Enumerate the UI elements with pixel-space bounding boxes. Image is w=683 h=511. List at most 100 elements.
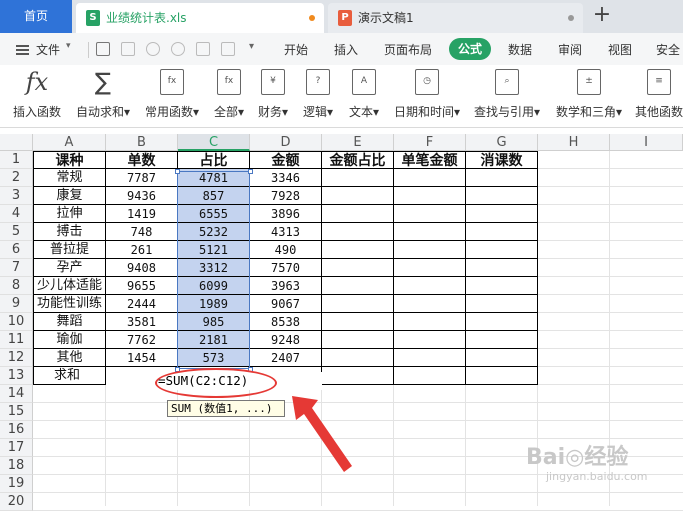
- select-all-corner[interactable]: [0, 134, 33, 151]
- row-header-15[interactable]: 15: [0, 403, 33, 421]
- table-cell[interactable]: [394, 349, 466, 367]
- menu-tab-page-layout[interactable]: 页面布局: [384, 41, 432, 58]
- format-painter-icon[interactable]: [221, 42, 235, 56]
- menu-tab-review[interactable]: 审阅: [558, 41, 582, 58]
- table-cell[interactable]: 瑜伽: [33, 331, 106, 349]
- print-preview-icon[interactable]: [196, 42, 210, 56]
- redo-icon[interactable]: [171, 42, 185, 56]
- tab-home[interactable]: 首页: [0, 0, 72, 33]
- table-cell[interactable]: 功能性训练: [33, 295, 106, 313]
- table-cell[interactable]: 9067: [250, 295, 322, 313]
- sum-label-cell[interactable]: 求和: [33, 367, 106, 385]
- row-header-20[interactable]: 20: [0, 493, 33, 511]
- table-cell[interactable]: [322, 187, 394, 205]
- table-cell[interactable]: [394, 331, 466, 349]
- column-header-c[interactable]: C: [178, 134, 250, 151]
- table-cell[interactable]: [322, 349, 394, 367]
- table-cell[interactable]: 8538: [250, 313, 322, 331]
- table-cell[interactable]: [322, 205, 394, 223]
- selection-handle[interactable]: [175, 169, 180, 174]
- table-cell[interactable]: 9408: [106, 259, 178, 277]
- menu-tab-insert[interactable]: 插入: [334, 41, 358, 58]
- table-cell[interactable]: [394, 277, 466, 295]
- table-cell[interactable]: 3581: [106, 313, 178, 331]
- table-cell[interactable]: 2444: [106, 295, 178, 313]
- table-cell[interactable]: 7787: [106, 169, 178, 187]
- new-tab-button[interactable]: +: [592, 4, 612, 28]
- table-cell[interactable]: 7570: [250, 259, 322, 277]
- row-header-13[interactable]: 13: [0, 367, 33, 385]
- table-cell[interactable]: 3963: [250, 277, 322, 295]
- common-functions-button[interactable]: fx 常用函数▾: [140, 69, 204, 125]
- customize-toolbar-chevron-icon[interactable]: ▾: [249, 41, 254, 52]
- lookup-functions-button[interactable]: ⌕ 查找与引用▾: [470, 69, 544, 125]
- cell-header-d1[interactable]: 金额: [250, 151, 322, 169]
- table-cell[interactable]: 普拉提: [33, 241, 106, 259]
- row-header-1[interactable]: 1: [0, 151, 33, 169]
- finance-functions-button[interactable]: ¥ 财务▾: [253, 69, 293, 125]
- table-cell[interactable]: [394, 367, 466, 385]
- save-icon[interactable]: [96, 42, 110, 56]
- menu-tab-start[interactable]: 开始: [284, 41, 308, 58]
- row-header-5[interactable]: 5: [0, 223, 33, 241]
- table-cell[interactable]: 261: [106, 241, 178, 259]
- text-functions-button[interactable]: A 文本▾: [344, 69, 384, 125]
- hamburger-menu-icon[interactable]: [16, 45, 29, 55]
- date-time-functions-button[interactable]: ◷ 日期和时间▾: [390, 69, 464, 125]
- column-header-f[interactable]: F: [394, 134, 466, 151]
- row-header-3[interactable]: 3: [0, 187, 33, 205]
- table-cell[interactable]: [466, 313, 538, 331]
- table-cell[interactable]: 9436: [106, 187, 178, 205]
- table-cell[interactable]: [322, 169, 394, 187]
- table-cell[interactable]: 748: [106, 223, 178, 241]
- row-header-2[interactable]: 2: [0, 169, 33, 187]
- column-header-g[interactable]: G: [466, 134, 538, 151]
- cell-header-g1[interactable]: 消课数: [466, 151, 538, 169]
- column-header-a[interactable]: A: [33, 134, 106, 151]
- row-header-19[interactable]: 19: [0, 475, 33, 493]
- table-cell[interactable]: [394, 223, 466, 241]
- cell-header-e1[interactable]: 金额占比: [322, 151, 394, 169]
- spreadsheet-grid[interactable]: A B C D E F G H I 1 2 3 4 5 6 7 8 9 10 11 12 13 14 15 16 17 18 19 20…: [0, 128, 683, 511]
- column-header-h[interactable]: H: [538, 134, 610, 151]
- tab-presentation-file[interactable]: P 演示文稿1: [328, 3, 583, 33]
- row-header-10[interactable]: 10: [0, 313, 33, 331]
- menu-tab-view[interactable]: 视图: [608, 41, 632, 58]
- row-header-16[interactable]: 16: [0, 421, 33, 439]
- table-cell[interactable]: [322, 223, 394, 241]
- table-cell[interactable]: 9655: [106, 277, 178, 295]
- table-cell[interactable]: 7762: [106, 331, 178, 349]
- table-cell[interactable]: [466, 169, 538, 187]
- table-cell[interactable]: 3896: [250, 205, 322, 223]
- column-header-e[interactable]: E: [322, 134, 394, 151]
- table-cell[interactable]: 其他: [33, 349, 106, 367]
- table-cell[interactable]: [322, 277, 394, 295]
- table-cell[interactable]: [466, 295, 538, 313]
- row-header-8[interactable]: 8: [0, 277, 33, 295]
- cell-header-c1[interactable]: 占比: [178, 151, 250, 169]
- table-cell[interactable]: 1454: [106, 349, 178, 367]
- table-cell[interactable]: 孕产: [33, 259, 106, 277]
- other-functions-button[interactable]: ≡ 其他函数: [632, 69, 683, 125]
- menu-tab-data[interactable]: 数据: [508, 41, 532, 58]
- table-cell[interactable]: [466, 205, 538, 223]
- table-cell[interactable]: [394, 295, 466, 313]
- autosum-button[interactable]: ∑ 自动求和▾: [72, 69, 134, 125]
- column-header-d[interactable]: D: [250, 134, 322, 151]
- row-header-17[interactable]: 17: [0, 439, 33, 457]
- table-cell[interactable]: [322, 313, 394, 331]
- table-cell[interactable]: [322, 259, 394, 277]
- table-cell[interactable]: [322, 367, 394, 385]
- table-cell[interactable]: [394, 259, 466, 277]
- table-cell[interactable]: 2407: [250, 349, 322, 367]
- table-cell[interactable]: [466, 331, 538, 349]
- column-header-b[interactable]: B: [106, 134, 178, 151]
- row-header-12[interactable]: 12: [0, 349, 33, 367]
- table-cell[interactable]: 常规: [33, 169, 106, 187]
- table-cell[interactable]: 康复: [33, 187, 106, 205]
- table-cell[interactable]: 搏击: [33, 223, 106, 241]
- table-cell[interactable]: [394, 241, 466, 259]
- column-header-i[interactable]: I: [610, 134, 683, 151]
- table-cell[interactable]: [466, 259, 538, 277]
- table-cell[interactable]: 拉伸: [33, 205, 106, 223]
